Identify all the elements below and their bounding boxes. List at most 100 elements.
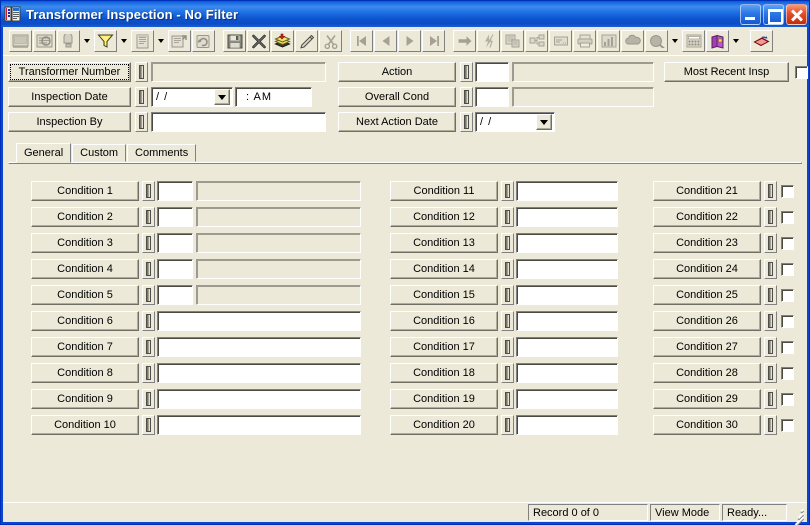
chevron-down-icon-2[interactable] — [536, 114, 552, 130]
report-icon[interactable] — [131, 30, 154, 52]
condition-11-record-indicator[interactable] — [501, 181, 514, 201]
condition-20-input[interactable] — [516, 415, 618, 435]
condition-22-record-indicator[interactable] — [764, 207, 777, 227]
overall-cond-label-button[interactable]: Overall Cond — [338, 87, 456, 107]
condition-27-record-indicator[interactable] — [764, 337, 777, 357]
design-view-icon[interactable] — [9, 30, 32, 52]
inspection-date-picker[interactable]: / / — [151, 87, 233, 107]
condition-21-record-indicator[interactable] — [764, 181, 777, 201]
condition-16-input[interactable] — [516, 311, 618, 331]
condition-16-label-button[interactable]: Condition 16 — [390, 311, 498, 331]
condition-10-input[interactable] — [157, 415, 361, 435]
condition-6-input[interactable] — [157, 311, 361, 331]
tab-general[interactable]: General — [16, 143, 72, 163]
condition-21-label-button[interactable]: Condition 21 — [653, 181, 761, 201]
inspection-date-label-button[interactable]: Inspection Date — [8, 87, 131, 107]
calculator-icon[interactable] — [682, 30, 705, 52]
condition-25-checkbox[interactable] — [781, 288, 794, 302]
next-action-date-picker[interactable]: / / — [475, 112, 555, 132]
condition-14-input[interactable] — [516, 259, 618, 279]
condition-12-record-indicator[interactable] — [501, 207, 514, 227]
condition-28-label-button[interactable]: Condition 28 — [653, 363, 761, 383]
condition-9-label-button[interactable]: Condition 9 — [31, 389, 139, 409]
condition-17-label-button[interactable]: Condition 17 — [390, 337, 498, 357]
condition-1-code-input[interactable] — [157, 181, 193, 201]
condition-29-checkbox[interactable] — [781, 392, 794, 406]
chart-icon[interactable] — [597, 30, 620, 52]
condition-3-label-button[interactable]: Condition 3 — [31, 233, 139, 253]
condition-28-checkbox[interactable] — [781, 366, 794, 380]
condition-24-checkbox[interactable] — [781, 262, 794, 276]
condition-17-input[interactable] — [516, 337, 618, 357]
search-dropdown-arrow[interactable] — [669, 30, 680, 52]
condition-20-record-indicator[interactable] — [501, 415, 514, 435]
query-view-icon[interactable] — [33, 30, 56, 52]
condition-27-label-button[interactable]: Condition 27 — [653, 337, 761, 357]
condition-14-label-button[interactable]: Condition 14 — [390, 259, 498, 279]
close-button[interactable] — [786, 3, 807, 25]
condition-8-label-button[interactable]: Condition 8 — [31, 363, 139, 383]
condition-15-record-indicator[interactable] — [501, 285, 514, 305]
condition-15-input[interactable] — [516, 285, 618, 305]
overall-cond-code-input[interactable] — [475, 87, 509, 107]
condition-4-code-input[interactable] — [157, 259, 193, 279]
search-globe-icon[interactable] — [645, 30, 668, 52]
condition-4-record-indicator[interactable] — [142, 259, 155, 279]
condition-24-label-button[interactable]: Condition 24 — [653, 259, 761, 279]
transformer-number-record-indicator[interactable] — [135, 62, 148, 82]
minimize-button[interactable] — [740, 3, 761, 25]
condition-18-record-indicator[interactable] — [501, 363, 514, 383]
condition-28-record-indicator[interactable] — [764, 363, 777, 383]
filter-funnel-icon[interactable] — [94, 30, 117, 52]
condition-6-label-button[interactable]: Condition 6 — [31, 311, 139, 331]
condition-13-label-button[interactable]: Condition 13 — [390, 233, 498, 253]
cut-scissors-icon[interactable] — [319, 30, 342, 52]
condition-21-checkbox[interactable] — [781, 184, 794, 198]
sort-filter-icon[interactable] — [57, 30, 80, 52]
condition-12-label-button[interactable]: Condition 12 — [390, 207, 498, 227]
condition-14-record-indicator[interactable] — [501, 259, 514, 279]
sort-filter-dropdown-arrow[interactable] — [81, 30, 92, 52]
resize-grip[interactable] — [791, 506, 805, 525]
transformer-number-input[interactable] — [151, 62, 326, 82]
condition-8-record-indicator[interactable] — [142, 363, 155, 383]
condition-11-input[interactable] — [516, 181, 618, 201]
condition-18-label-button[interactable]: Condition 18 — [390, 363, 498, 383]
action-label-button[interactable]: Action — [338, 62, 456, 82]
condition-26-label-button[interactable]: Condition 26 — [653, 311, 761, 331]
condition-30-record-indicator[interactable] — [764, 415, 777, 435]
condition-13-record-indicator[interactable] — [501, 233, 514, 253]
attachments-icon[interactable] — [501, 30, 524, 52]
condition-26-checkbox[interactable] — [781, 314, 794, 328]
chevron-down-icon[interactable] — [214, 89, 230, 105]
condition-9-record-indicator[interactable] — [142, 389, 155, 409]
condition-29-record-indicator[interactable] — [764, 389, 777, 409]
inspection-time-input[interactable]: : AM — [235, 87, 312, 107]
previous-record-icon[interactable] — [374, 30, 397, 52]
condition-7-input[interactable] — [157, 337, 361, 357]
condition-20-label-button[interactable]: Condition 20 — [390, 415, 498, 435]
most-recent-insp-label-button[interactable]: Most Recent Insp — [664, 62, 789, 82]
condition-29-label-button[interactable]: Condition 29 — [653, 389, 761, 409]
next-record-icon[interactable] — [398, 30, 421, 52]
condition-7-record-indicator[interactable] — [142, 337, 155, 357]
condition-10-record-indicator[interactable] — [142, 415, 155, 435]
layers-icon[interactable] — [271, 30, 294, 52]
last-record-icon[interactable] — [422, 30, 445, 52]
condition-2-label-button[interactable]: Condition 2 — [31, 207, 139, 227]
condition-5-code-input[interactable] — [157, 285, 193, 305]
tab-comments[interactable]: Comments — [127, 144, 197, 162]
condition-8-input[interactable] — [157, 363, 361, 383]
title-bar[interactable]: Transformer Inspection - No Filter — [1, 1, 809, 27]
lightning-icon[interactable] — [477, 30, 500, 52]
condition-19-record-indicator[interactable] — [501, 389, 514, 409]
condition-26-record-indicator[interactable] — [764, 311, 777, 331]
overall-cond-record-indicator[interactable] — [460, 87, 473, 107]
condition-11-label-button[interactable]: Condition 11 — [390, 181, 498, 201]
action-record-indicator[interactable] — [460, 62, 473, 82]
condition-17-record-indicator[interactable] — [501, 337, 514, 357]
condition-12-input[interactable] — [516, 207, 618, 227]
tab-custom[interactable]: Custom — [72, 144, 127, 162]
most-recent-insp-checkbox[interactable] — [795, 65, 808, 79]
properties-icon[interactable] — [168, 30, 191, 52]
